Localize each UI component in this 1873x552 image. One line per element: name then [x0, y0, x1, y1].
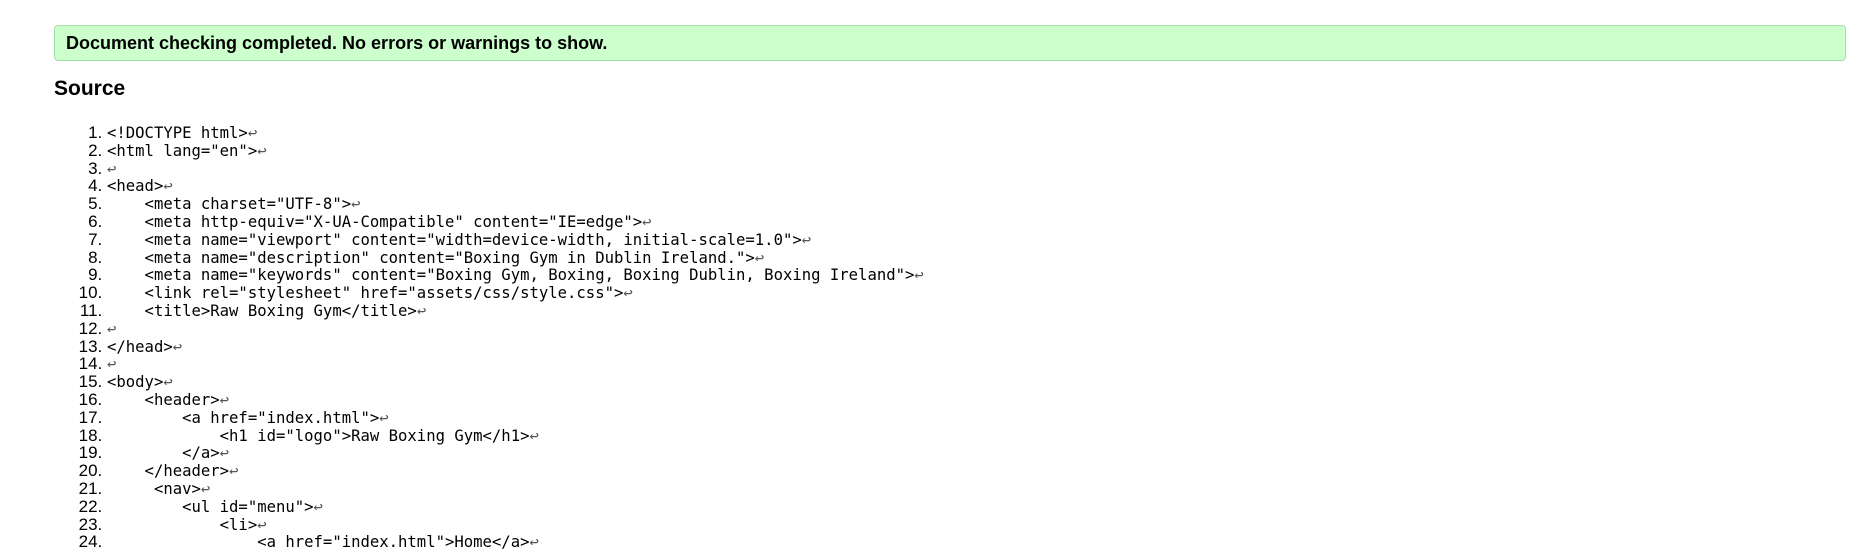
source-line-text: <ul id="menu">: [107, 497, 314, 516]
source-line: <meta name="description" content="Boxing…: [107, 249, 1807, 267]
source-heading: Source: [54, 77, 126, 100]
source-line-text: <li>: [107, 515, 258, 534]
source-line-text: <a href="index.html">: [107, 408, 380, 427]
source-line: <body>↩: [107, 373, 1807, 391]
line-return-icon: ↩: [914, 266, 924, 285]
line-return-icon: ↩: [416, 301, 427, 320]
source-line: <meta name="keywords" content="Boxing Gy…: [107, 266, 1807, 284]
line-return-icon: ↩: [754, 248, 765, 267]
source-line-text: <meta name="keywords" content="Boxing Gy…: [107, 266, 915, 285]
source-line-text: <meta name="description" content="Boxing…: [107, 248, 755, 267]
line-return-icon: ↩: [623, 284, 633, 303]
line-return-icon: ↩: [257, 515, 267, 534]
source-line: </head>↩: [107, 338, 1807, 356]
line-return-icon: ↩: [200, 479, 211, 498]
source-line: <link rel="stylesheet" href="assets/css/…: [107, 284, 1807, 302]
source-line: <!DOCTYPE html>↩: [107, 124, 1807, 142]
source-line-text: </header>: [107, 462, 230, 481]
source-line: <meta http-equiv="X-UA-Compatible" conte…: [107, 213, 1807, 231]
source-line-text: <link rel="stylesheet" href="assets/css/…: [107, 284, 624, 303]
source-line: <html lang="en">↩: [107, 142, 1807, 160]
line-return-icon: ↩: [351, 195, 361, 214]
source-line: <li>↩: [107, 516, 1807, 534]
line-return-icon: ↩: [229, 462, 239, 481]
source-line: </header>↩: [107, 462, 1807, 480]
line-return-icon: ↩: [107, 319, 117, 338]
source-line: <head>↩: [107, 177, 1807, 195]
source-line: <title>Raw Boxing Gym</title>↩: [107, 302, 1807, 320]
line-return-icon: ↩: [247, 124, 258, 142]
source-line-text: <meta charset="UTF-8">: [107, 195, 352, 214]
line-return-icon: ↩: [313, 497, 323, 516]
source-line-text: <a href="index.html">Home</a>: [107, 533, 530, 552]
source-line: <h1 id="logo">Raw Boxing Gym</h1>↩: [107, 427, 1807, 445]
source-line-text: <nav>: [107, 479, 201, 498]
source-line-text: </a>: [107, 444, 220, 463]
source-line-text: <header>: [107, 390, 220, 409]
source-line-text: <meta name="viewport" content="width=dev…: [107, 230, 802, 249]
line-return-icon: ↩: [529, 426, 539, 445]
source-line: <ul id="menu">↩: [107, 498, 1807, 516]
line-return-icon: ↩: [107, 355, 117, 374]
line-return-icon: ↩: [257, 141, 267, 160]
source-line-text: <h1 id="logo">Raw Boxing Gym</h1>: [107, 426, 530, 445]
line-return-icon: ↩: [219, 390, 230, 409]
source-line: <meta name="viewport" content="width=dev…: [107, 231, 1807, 249]
line-return-icon: ↩: [172, 337, 183, 356]
source-line: <meta charset="UTF-8">↩: [107, 195, 1807, 213]
line-return-icon: ↩: [107, 159, 117, 178]
line-return-icon: ↩: [379, 408, 389, 427]
line-return-icon: ↩: [219, 444, 230, 463]
source-line: ↩: [107, 320, 1807, 338]
source-line: <header>↩: [107, 391, 1807, 409]
source-line: ↩: [107, 160, 1807, 178]
source-line-text: </head>: [107, 337, 173, 356]
source-line: <a href="index.html">Home</a>↩: [107, 533, 1807, 551]
source-line-text: <meta http-equiv="X-UA-Compatible" conte…: [107, 212, 643, 231]
source-line: <nav>↩: [107, 480, 1807, 498]
source-line-text: <title>Raw Boxing Gym</title>: [107, 301, 417, 320]
source-listing: <!DOCTYPE html>↩<html lang="en">↩↩<head>…: [0, 124, 1807, 551]
line-return-icon: ↩: [642, 212, 652, 231]
source-line: <a href="index.html">↩: [107, 409, 1807, 427]
source-line: </a>↩: [107, 444, 1807, 462]
line-return-icon: ↩: [163, 177, 173, 196]
source-line-text: <!DOCTYPE html>: [107, 124, 248, 142]
line-return-icon: ↩: [801, 230, 812, 249]
line-return-icon: ↩: [529, 533, 539, 552]
line-return-icon: ↩: [163, 373, 173, 392]
source-line-text: <body>: [107, 373, 164, 392]
source-line-text: <html lang="en">: [107, 141, 258, 160]
source-line: ↩: [107, 355, 1807, 373]
source-line-text: <head>: [107, 177, 164, 196]
validation-success-banner: Document checking completed. No errors o…: [54, 25, 1846, 61]
